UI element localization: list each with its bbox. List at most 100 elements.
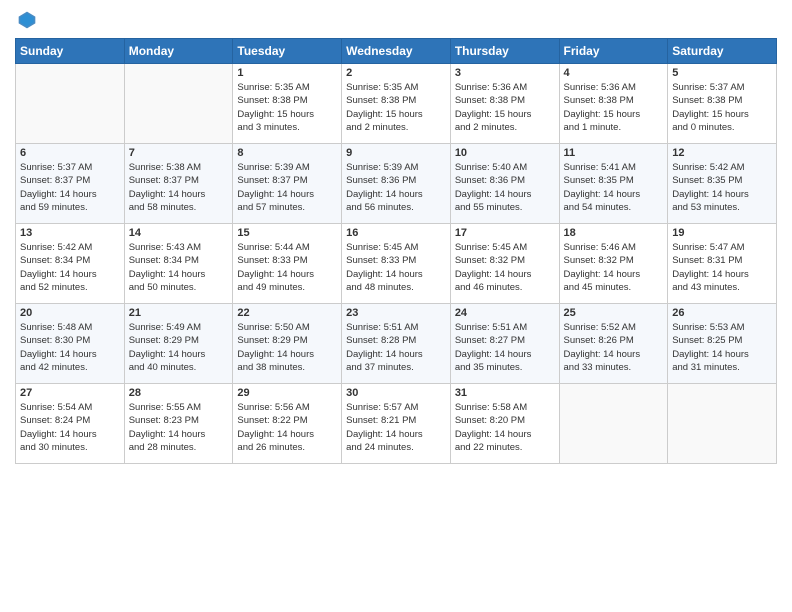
day-cell: 8 Sunrise: 5:39 AM Sunset: 8:37 PM Daylig… xyxy=(233,144,342,224)
weekday-header-tuesday: Tuesday xyxy=(233,39,342,64)
day-cell: 17 Sunrise: 5:45 AM Sunset: 8:32 PM Dayli… xyxy=(450,224,559,304)
day-info: Sunrise: 5:42 AM Sunset: 8:34 PM Dayligh… xyxy=(20,241,120,294)
day-cell: 28 Sunrise: 5:55 AM Sunset: 8:23 PM Dayli… xyxy=(124,384,233,464)
day-number: 13 xyxy=(20,227,120,239)
day-info: Sunrise: 5:42 AM Sunset: 8:35 PM Dayligh… xyxy=(672,161,772,214)
day-info: Sunrise: 5:54 AM Sunset: 8:24 PM Dayligh… xyxy=(20,401,120,454)
day-number: 20 xyxy=(20,307,120,319)
day-cell: 3 Sunrise: 5:36 AM Sunset: 8:38 PM Daylig… xyxy=(450,64,559,144)
day-cell: 15 Sunrise: 5:44 AM Sunset: 8:33 PM Dayli… xyxy=(233,224,342,304)
day-number: 3 xyxy=(455,67,555,79)
weekday-header-row: SundayMondayTuesdayWednesdayThursdayFrid… xyxy=(16,39,777,64)
day-info: Sunrise: 5:40 AM Sunset: 8:36 PM Dayligh… xyxy=(455,161,555,214)
weekday-header-thursday: Thursday xyxy=(450,39,559,64)
day-info: Sunrise: 5:35 AM Sunset: 8:38 PM Dayligh… xyxy=(346,81,446,134)
day-cell: 22Sunrise: 5:50 AM Sunset: 8:29 PM Dayli… xyxy=(233,304,342,384)
header xyxy=(15,10,777,30)
day-info: Sunrise: 5:52 AM Sunset: 8:26 PM Dayligh… xyxy=(564,321,664,374)
day-info: Sunrise: 5:39 AM Sunset: 8:37 PM Dayligh… xyxy=(237,161,337,214)
day-number: 30 xyxy=(346,387,446,399)
day-info: Sunrise: 5:50 AM Sunset: 8:29 PM Dayligh… xyxy=(237,321,337,374)
day-number: 12 xyxy=(672,147,772,159)
day-info: Sunrise: 5:36 AM Sunset: 8:38 PM Dayligh… xyxy=(455,81,555,134)
day-cell: 7 Sunrise: 5:38 AM Sunset: 8:37 PM Daylig… xyxy=(124,144,233,224)
day-number: 17 xyxy=(455,227,555,239)
day-cell: 9 Sunrise: 5:39 AM Sunset: 8:36 PM Daylig… xyxy=(342,144,451,224)
day-cell: 4 Sunrise: 5:36 AM Sunset: 8:38 PM Daylig… xyxy=(559,64,668,144)
weekday-header-wednesday: Wednesday xyxy=(342,39,451,64)
day-number: 24 xyxy=(455,307,555,319)
week-row-1: 1 Sunrise: 5:35 AM Sunset: 8:38 PM Daylig… xyxy=(16,64,777,144)
day-number: 23 xyxy=(346,307,446,319)
day-cell: 1 Sunrise: 5:35 AM Sunset: 8:38 PM Daylig… xyxy=(233,64,342,144)
day-info: Sunrise: 5:45 AM Sunset: 8:32 PM Dayligh… xyxy=(455,241,555,294)
day-cell: 29Sunrise: 5:56 AM Sunset: 8:22 PM Dayli… xyxy=(233,384,342,464)
day-info: Sunrise: 5:58 AM Sunset: 8:20 PM Dayligh… xyxy=(455,401,555,454)
day-cell xyxy=(559,384,668,464)
day-info: Sunrise: 5:38 AM Sunset: 8:37 PM Dayligh… xyxy=(129,161,229,214)
day-info: Sunrise: 5:37 AM Sunset: 8:38 PM Dayligh… xyxy=(672,81,772,134)
day-number: 16 xyxy=(346,227,446,239)
day-number: 5 xyxy=(672,67,772,79)
day-cell xyxy=(124,64,233,144)
week-row-4: 20Sunrise: 5:48 AM Sunset: 8:30 PM Dayli… xyxy=(16,304,777,384)
day-cell xyxy=(668,384,777,464)
day-cell: 11 Sunrise: 5:41 AM Sunset: 8:35 PM Dayli… xyxy=(559,144,668,224)
day-info: Sunrise: 5:35 AM Sunset: 8:38 PM Dayligh… xyxy=(237,81,337,134)
week-row-3: 13 Sunrise: 5:42 AM Sunset: 8:34 PM Dayli… xyxy=(16,224,777,304)
day-number: 18 xyxy=(564,227,664,239)
day-info: Sunrise: 5:41 AM Sunset: 8:35 PM Dayligh… xyxy=(564,161,664,214)
day-cell: 5 Sunrise: 5:37 AM Sunset: 8:38 PM Daylig… xyxy=(668,64,777,144)
day-info: Sunrise: 5:57 AM Sunset: 8:21 PM Dayligh… xyxy=(346,401,446,454)
day-info: Sunrise: 5:44 AM Sunset: 8:33 PM Dayligh… xyxy=(237,241,337,294)
weekday-header-friday: Friday xyxy=(559,39,668,64)
day-number: 15 xyxy=(237,227,337,239)
day-info: Sunrise: 5:46 AM Sunset: 8:32 PM Dayligh… xyxy=(564,241,664,294)
day-cell: 25 Sunrise: 5:52 AM Sunset: 8:26 PM Dayli… xyxy=(559,304,668,384)
day-info: Sunrise: 5:56 AM Sunset: 8:22 PM Dayligh… xyxy=(237,401,337,454)
day-number: 9 xyxy=(346,147,446,159)
day-cell: 31Sunrise: 5:58 AM Sunset: 8:20 PM Dayli… xyxy=(450,384,559,464)
day-cell: 20Sunrise: 5:48 AM Sunset: 8:30 PM Dayli… xyxy=(16,304,125,384)
day-number: 28 xyxy=(129,387,229,399)
day-number: 8 xyxy=(237,147,337,159)
day-number: 11 xyxy=(564,147,664,159)
day-number: 25 xyxy=(564,307,664,319)
calendar: SundayMondayTuesdayWednesdayThursdayFrid… xyxy=(15,38,777,464)
day-info: Sunrise: 5:37 AM Sunset: 8:37 PM Dayligh… xyxy=(20,161,120,214)
week-row-2: 6Sunrise: 5:37 AM Sunset: 8:37 PM Daylig… xyxy=(16,144,777,224)
day-cell: 26 Sunrise: 5:53 AM Sunset: 8:25 PM Dayli… xyxy=(668,304,777,384)
day-cell: 21 Sunrise: 5:49 AM Sunset: 8:29 PM Dayli… xyxy=(124,304,233,384)
logo xyxy=(15,10,37,30)
day-info: Sunrise: 5:39 AM Sunset: 8:36 PM Dayligh… xyxy=(346,161,446,214)
day-number: 14 xyxy=(129,227,229,239)
day-info: Sunrise: 5:45 AM Sunset: 8:33 PM Dayligh… xyxy=(346,241,446,294)
day-cell: 16 Sunrise: 5:45 AM Sunset: 8:33 PM Dayli… xyxy=(342,224,451,304)
page: SundayMondayTuesdayWednesdayThursdayFrid… xyxy=(0,0,792,612)
day-cell: 13 Sunrise: 5:42 AM Sunset: 8:34 PM Dayli… xyxy=(16,224,125,304)
day-cell: 2Sunrise: 5:35 AM Sunset: 8:38 PM Daylig… xyxy=(342,64,451,144)
logo-icon xyxy=(17,10,37,30)
day-info: Sunrise: 5:51 AM Sunset: 8:27 PM Dayligh… xyxy=(455,321,555,374)
day-number: 10 xyxy=(455,147,555,159)
day-info: Sunrise: 5:51 AM Sunset: 8:28 PM Dayligh… xyxy=(346,321,446,374)
day-cell: 10 Sunrise: 5:40 AM Sunset: 8:36 PM Dayli… xyxy=(450,144,559,224)
day-cell xyxy=(16,64,125,144)
day-info: Sunrise: 5:53 AM Sunset: 8:25 PM Dayligh… xyxy=(672,321,772,374)
day-number: 7 xyxy=(129,147,229,159)
day-number: 26 xyxy=(672,307,772,319)
day-info: Sunrise: 5:43 AM Sunset: 8:34 PM Dayligh… xyxy=(129,241,229,294)
day-info: Sunrise: 5:49 AM Sunset: 8:29 PM Dayligh… xyxy=(129,321,229,374)
weekday-header-monday: Monday xyxy=(124,39,233,64)
day-number: 1 xyxy=(237,67,337,79)
day-number: 27 xyxy=(20,387,120,399)
day-cell: 18 Sunrise: 5:46 AM Sunset: 8:32 PM Dayli… xyxy=(559,224,668,304)
day-info: Sunrise: 5:47 AM Sunset: 8:31 PM Dayligh… xyxy=(672,241,772,294)
day-number: 4 xyxy=(564,67,664,79)
day-cell: 19Sunrise: 5:47 AM Sunset: 8:31 PM Dayli… xyxy=(668,224,777,304)
day-info: Sunrise: 5:55 AM Sunset: 8:23 PM Dayligh… xyxy=(129,401,229,454)
day-info: Sunrise: 5:36 AM Sunset: 8:38 PM Dayligh… xyxy=(564,81,664,134)
day-number: 21 xyxy=(129,307,229,319)
week-row-5: 27 Sunrise: 5:54 AM Sunset: 8:24 PM Dayli… xyxy=(16,384,777,464)
day-cell: 30 Sunrise: 5:57 AM Sunset: 8:21 PM Dayli… xyxy=(342,384,451,464)
